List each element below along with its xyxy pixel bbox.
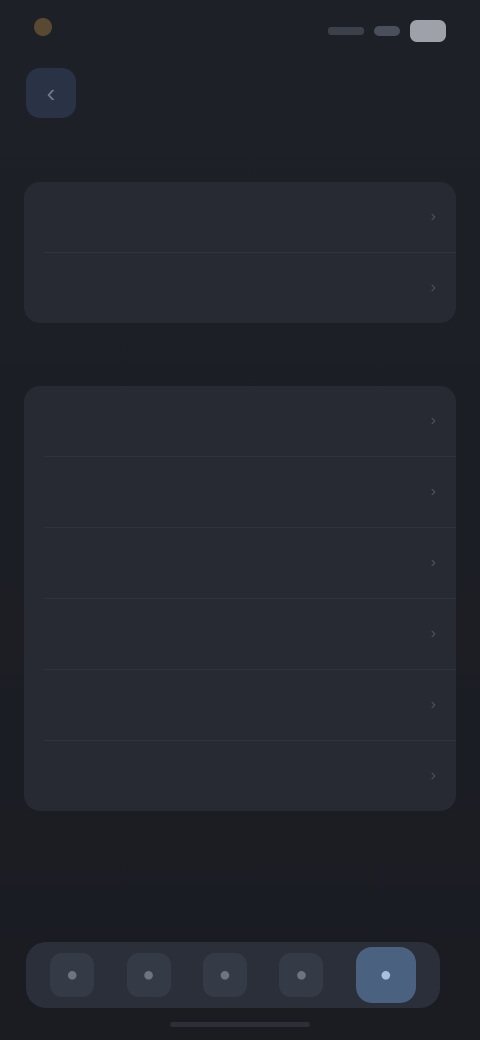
tab-icon-3: ● <box>218 963 232 986</box>
chevron-right-icon: › <box>430 483 436 500</box>
tab-icon-1: ● <box>66 963 79 986</box>
settings-screen: ‹ › › › › › › › › ● ● ● ● ● <box>0 0 480 1040</box>
status-left <box>34 18 60 36</box>
tab-4[interactable]: ● <box>279 953 324 997</box>
signal-icon <box>328 27 364 35</box>
app-dot-icon <box>34 18 52 36</box>
settings-row[interactable]: › <box>24 528 456 598</box>
settings-row[interactable]: › <box>24 182 456 252</box>
tab-icon-2: ● <box>142 963 155 986</box>
chevron-right-icon: › <box>430 208 436 225</box>
settings-row[interactable]: › <box>24 599 456 669</box>
chevron-right-icon: › <box>430 696 436 713</box>
home-indicator[interactable] <box>170 1022 310 1027</box>
settings-row[interactable]: › <box>24 457 456 527</box>
chevron-right-icon: › <box>430 625 436 642</box>
chevron-right-icon: › <box>430 554 436 571</box>
chevron-left-icon: ‹ <box>46 77 56 108</box>
back-button[interactable]: ‹ <box>26 68 76 118</box>
tab-3[interactable]: ● <box>202 953 247 997</box>
tab-1[interactable]: ● <box>50 953 95 997</box>
chevron-right-icon: › <box>430 279 436 296</box>
settings-card-1: › › <box>24 182 456 323</box>
settings-row[interactable]: › <box>24 386 456 456</box>
nav-bar: ‹ <box>0 58 480 118</box>
settings-row[interactable]: › <box>24 253 456 323</box>
tab-2[interactable]: ● <box>126 953 171 997</box>
tab-5-active[interactable]: ● <box>355 947 416 1003</box>
tab-bar: ● ● ● ● ● <box>26 942 440 1008</box>
tab-icon-5: ● <box>379 963 392 986</box>
wifi-icon <box>374 26 400 36</box>
status-bar <box>0 0 480 58</box>
settings-row[interactable]: › <box>24 670 456 740</box>
chevron-right-icon: › <box>430 412 436 429</box>
tab-icon-4: ● <box>295 963 308 986</box>
battery-icon <box>410 20 446 42</box>
settings-card-2: › › › › › › <box>24 386 456 811</box>
status-right <box>328 20 446 42</box>
settings-row[interactable]: › <box>24 741 456 811</box>
chevron-right-icon: › <box>430 767 436 784</box>
